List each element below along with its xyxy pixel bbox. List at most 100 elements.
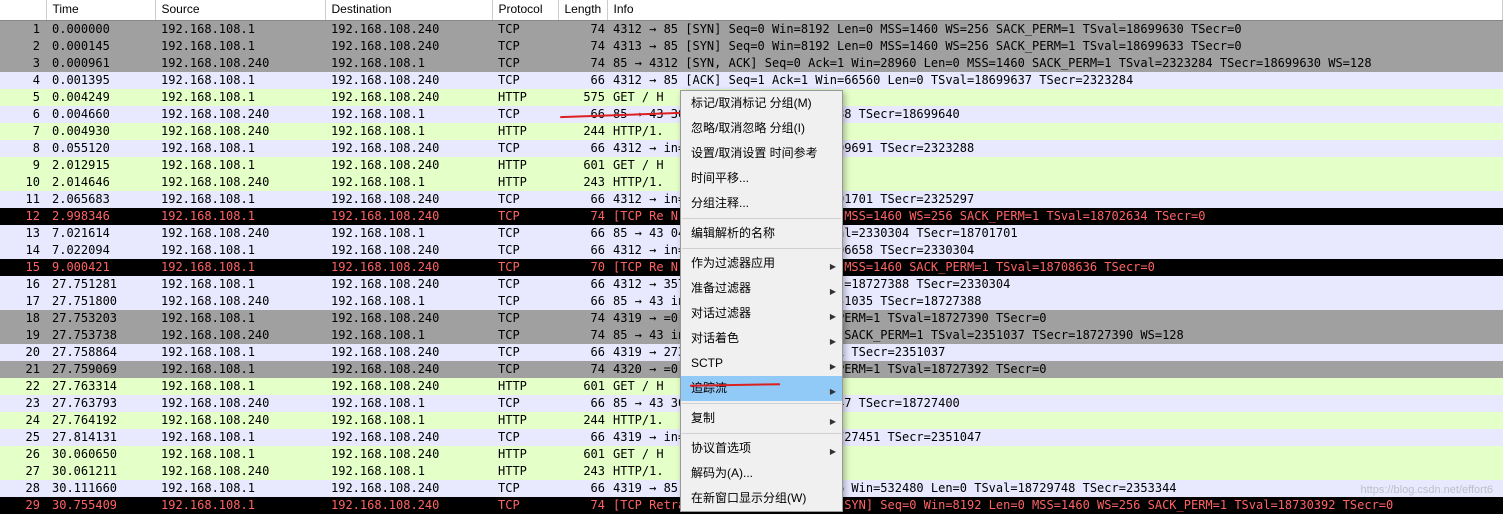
cell-length: 74	[558, 361, 607, 378]
cell-destination: 192.168.108.240	[325, 429, 492, 446]
cell-destination: 192.168.108.1	[325, 327, 492, 344]
cell-no: 10	[0, 174, 46, 191]
cell-no: 2	[0, 38, 46, 55]
cell-source: 192.168.108.240	[155, 412, 325, 429]
cell-destination: 192.168.108.240	[325, 191, 492, 208]
cell-source: 192.168.108.1	[155, 140, 325, 157]
cell-protocol: TCP	[492, 72, 558, 89]
menu-item-edit-names[interactable]: 编辑解析的名称	[681, 221, 842, 246]
menu-item-follow-stream[interactable]: 追踪流	[681, 376, 842, 401]
cell-protocol: HTTP	[492, 378, 558, 395]
cell-source: 192.168.108.1	[155, 242, 325, 259]
cell-time: 30.755409	[46, 497, 155, 514]
table-row[interactable]: 10.000000192.168.108.1192.168.108.240TCP…	[0, 20, 1503, 38]
cell-no: 8	[0, 140, 46, 157]
cell-protocol: TCP	[492, 293, 558, 310]
cell-time: 27.763314	[46, 378, 155, 395]
menu-item-apply-filter[interactable]: 作为过滤器应用	[681, 251, 842, 276]
cell-source: 192.168.108.1	[155, 276, 325, 293]
column-header-source[interactable]: Source	[155, 0, 325, 20]
cell-source: 192.168.108.1	[155, 378, 325, 395]
menu-item-mark[interactable]: 标记/取消标记 分组(M)	[681, 91, 842, 116]
cell-no: 20	[0, 344, 46, 361]
cell-no: 11	[0, 191, 46, 208]
cell-time: 27.753203	[46, 310, 155, 327]
menu-item-time-shift[interactable]: 时间平移...	[681, 166, 842, 191]
menu-item-conversation-filter[interactable]: 对话过滤器	[681, 301, 842, 326]
cell-source: 192.168.108.1	[155, 361, 325, 378]
column-header-protocol[interactable]: Protocol	[492, 0, 558, 20]
cell-length: 66	[558, 191, 607, 208]
cell-no: 24	[0, 412, 46, 429]
cell-length: 66	[558, 106, 607, 123]
cell-time: 30.061211	[46, 463, 155, 480]
cell-no: 25	[0, 429, 46, 446]
table-row[interactable]: 30.000961192.168.108.240192.168.108.1TCP…	[0, 55, 1503, 72]
cell-length: 66	[558, 480, 607, 497]
cell-time: 9.000421	[46, 259, 155, 276]
cell-source: 192.168.108.1	[155, 72, 325, 89]
menu-item-sctp[interactable]: SCTP	[681, 351, 842, 376]
cell-protocol: TCP	[492, 225, 558, 242]
cell-length: 243	[558, 174, 607, 191]
menu-item-ignore[interactable]: 忽略/取消忽略 分组(I)	[681, 116, 842, 141]
cell-length: 74	[558, 38, 607, 55]
column-header-length[interactable]: Length	[558, 0, 607, 20]
cell-no: 14	[0, 242, 46, 259]
menu-separator	[682, 248, 841, 249]
cell-length: 74	[558, 20, 607, 38]
cell-protocol: HTTP	[492, 446, 558, 463]
menu-item-conversation-color[interactable]: 对话着色	[681, 326, 842, 351]
cell-protocol: TCP	[492, 259, 558, 276]
menu-item-copy[interactable]: 复制	[681, 406, 842, 431]
table-row[interactable]: 40.001395192.168.108.1192.168.108.240TCP…	[0, 72, 1503, 89]
cell-length: 601	[558, 157, 607, 174]
cell-source: 192.168.108.1	[155, 259, 325, 276]
cell-source: 192.168.108.240	[155, 55, 325, 72]
cell-length: 66	[558, 276, 607, 293]
cell-length: 74	[558, 497, 607, 514]
column-header-time[interactable]: Time	[46, 0, 155, 20]
cell-no: 7	[0, 123, 46, 140]
column-header-info[interactable]: Info	[607, 0, 1503, 20]
cell-length: 66	[558, 72, 607, 89]
menu-item-prepare-filter[interactable]: 准备过滤器	[681, 276, 842, 301]
menu-item-show-new-window[interactable]: 在新窗口显示分组(W)	[681, 486, 842, 511]
menu-item-protocol-prefs[interactable]: 协议首选项	[681, 436, 842, 461]
cell-destination: 192.168.108.240	[325, 72, 492, 89]
context-menu[interactable]: 标记/取消标记 分组(M) 忽略/取消忽略 分组(I) 设置/取消设置 时间参考…	[680, 90, 843, 512]
cell-time: 2.065683	[46, 191, 155, 208]
cell-destination: 192.168.108.240	[325, 20, 492, 38]
column-header-destination[interactable]: Destination	[325, 0, 492, 20]
menu-separator	[682, 433, 841, 434]
packet-list-header-row[interactable]: Time Source Destination Protocol Length …	[0, 0, 1503, 20]
cell-protocol: HTTP	[492, 174, 558, 191]
cell-time: 2.012915	[46, 157, 155, 174]
cell-time: 0.000145	[46, 38, 155, 55]
cell-destination: 192.168.108.240	[325, 310, 492, 327]
menu-item-time-ref[interactable]: 设置/取消设置 时间参考	[681, 141, 842, 166]
cell-destination: 192.168.108.1	[325, 225, 492, 242]
cell-destination: 192.168.108.1	[325, 412, 492, 429]
menu-separator	[682, 218, 841, 219]
cell-destination: 192.168.108.240	[325, 157, 492, 174]
cell-source: 192.168.108.240	[155, 123, 325, 140]
cell-info: 4312 → 85 [ACK] Seq=1 Ack=1 Win=66560 Le…	[607, 72, 1503, 89]
cell-source: 192.168.108.1	[155, 208, 325, 225]
table-row[interactable]: 20.000145192.168.108.1192.168.108.240TCP…	[0, 38, 1503, 55]
cell-source: 192.168.108.1	[155, 157, 325, 174]
cell-length: 575	[558, 89, 607, 106]
menu-item-decode-as[interactable]: 解码为(A)...	[681, 461, 842, 486]
column-header-no[interactable]	[0, 0, 46, 20]
cell-time: 0.055120	[46, 140, 155, 157]
cell-no: 1	[0, 20, 46, 38]
cell-destination: 192.168.108.1	[325, 293, 492, 310]
cell-no: 16	[0, 276, 46, 293]
cell-protocol: TCP	[492, 208, 558, 225]
cell-no: 3	[0, 55, 46, 72]
cell-destination: 192.168.108.240	[325, 208, 492, 225]
cell-time: 27.751800	[46, 293, 155, 310]
cell-destination: 192.168.108.1	[325, 55, 492, 72]
menu-item-comment[interactable]: 分组注释...	[681, 191, 842, 216]
cell-time: 0.004249	[46, 89, 155, 106]
